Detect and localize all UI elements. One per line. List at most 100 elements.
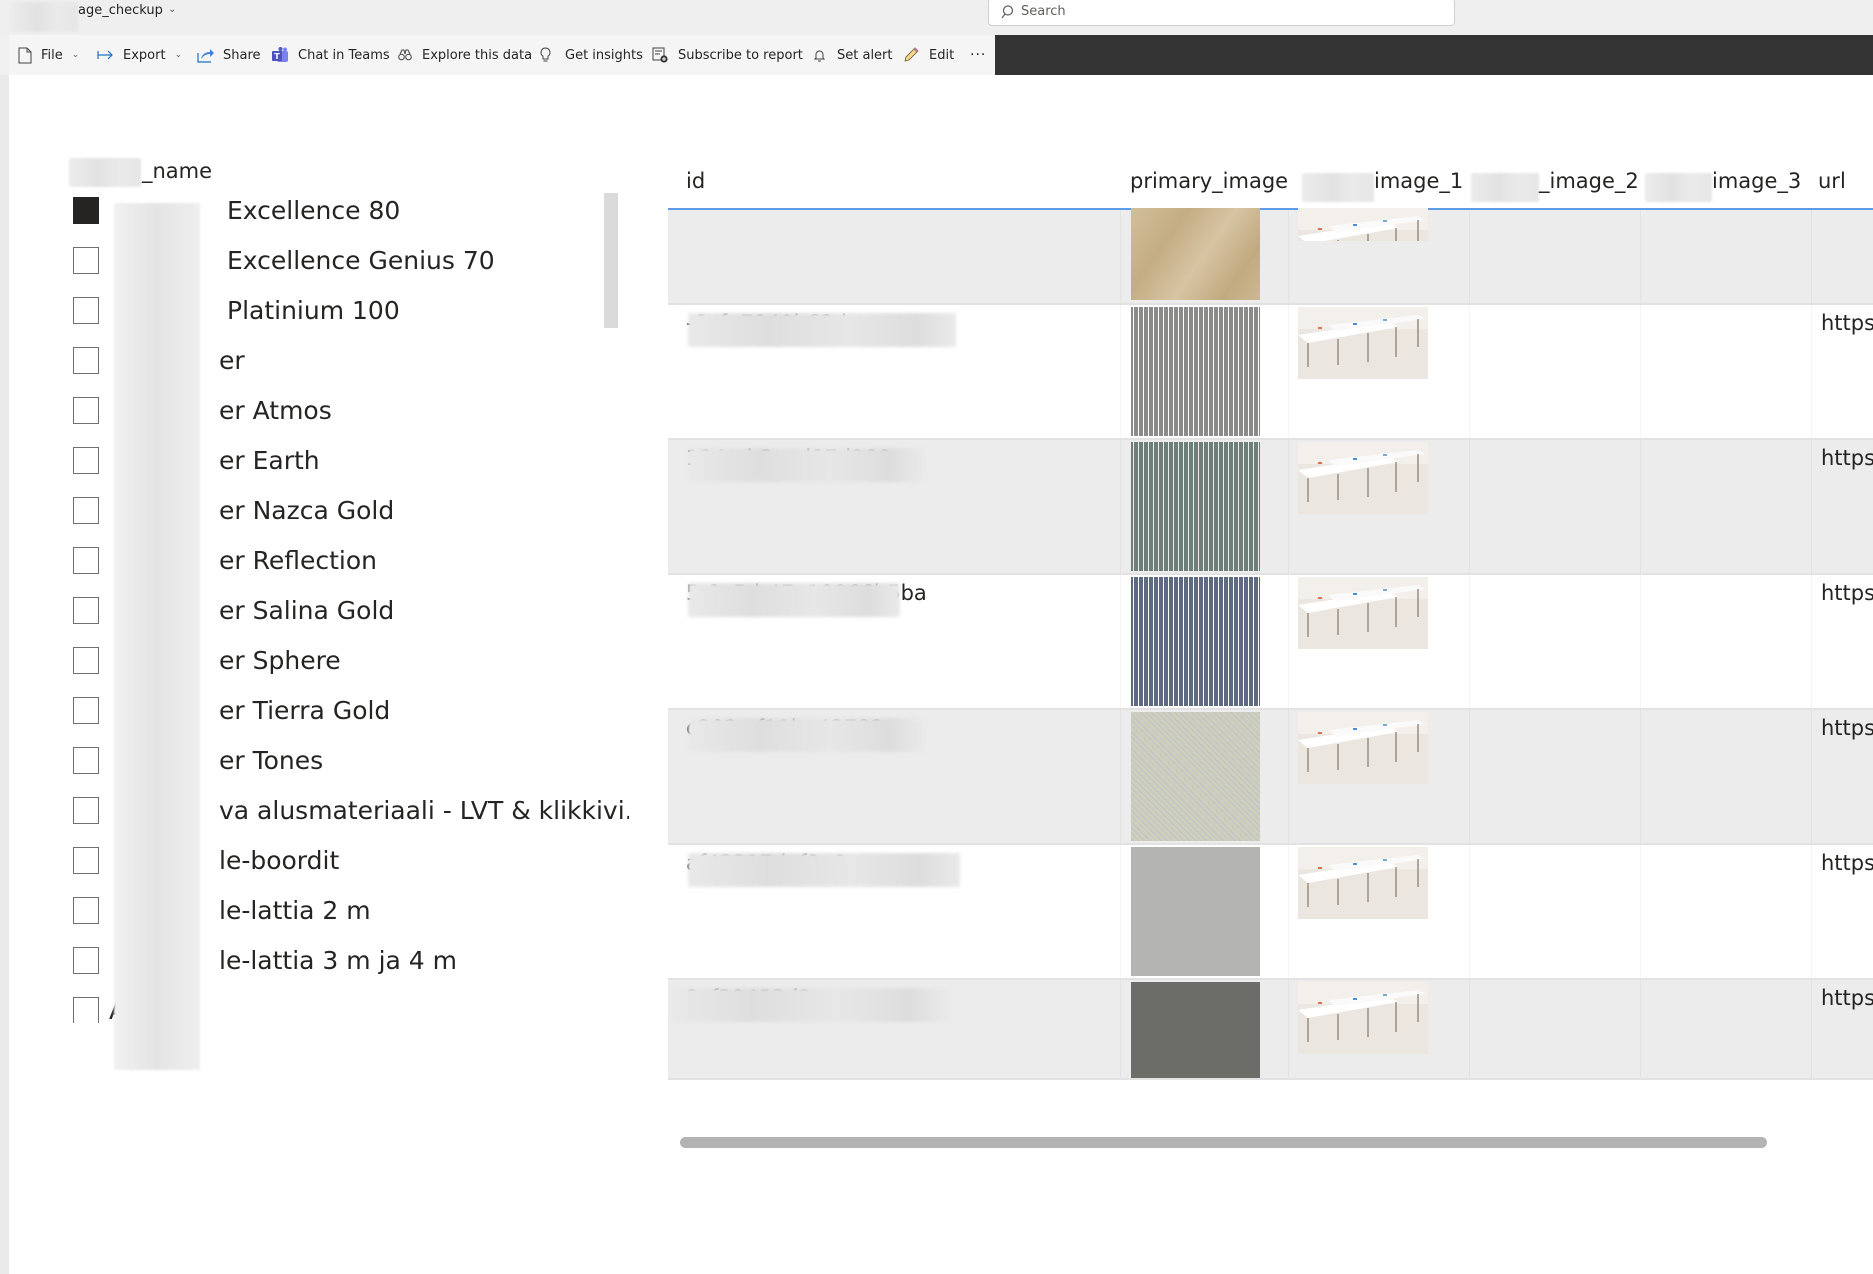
report-toolbar: File ⌄ Export ⌄ Share T Chat in Teams Ex…	[9, 35, 995, 75]
slicer-checkbox[interactable]	[73, 396, 99, 424]
left-edge-strip	[0, 75, 9, 1274]
slicer-item-label: er Salina Gold	[219, 595, 395, 625]
slicer-checkbox[interactable]	[73, 846, 99, 874]
column-header-image-2[interactable]: _image_2	[1539, 165, 1639, 208]
classroom-photo-icon	[1298, 712, 1428, 784]
slicer-checkbox[interactable]	[73, 946, 99, 974]
table-row[interactable]: 5-8e5d-47a19066b5bahttps:/	[668, 575, 1873, 710]
image-1-thumbnail[interactable]	[1298, 982, 1428, 1054]
slicer-checkbox[interactable]	[73, 346, 99, 374]
table-row[interactable]	[668, 208, 1873, 305]
column-separator	[1811, 710, 1812, 843]
slicer-checkbox[interactable]	[73, 696, 99, 724]
redacted-header-prefix	[1302, 173, 1374, 202]
edit-button[interactable]: Edit	[903, 35, 954, 75]
image-1-thumbnail[interactable]	[1298, 577, 1428, 649]
table-row[interactable]: 124-eb3ced07d280https:/	[668, 440, 1873, 575]
column-separator	[1288, 305, 1289, 438]
chat-in-teams-button[interactable]: T Chat in Teams	[272, 35, 390, 75]
primary-image-swatch[interactable]	[1131, 577, 1260, 706]
column-separator	[1288, 710, 1289, 843]
column-separator	[1640, 210, 1641, 303]
share-button[interactable]: Share	[197, 35, 261, 75]
search-placeholder: Search	[1021, 4, 1066, 19]
more-options-button[interactable]: ···	[970, 35, 986, 75]
column-header-url[interactable]: url	[1818, 165, 1846, 208]
table-row[interactable]: c202-cf11be42782ahttps:/	[668, 710, 1873, 845]
slicer-checkbox[interactable]	[73, 546, 99, 574]
slicer-checkbox[interactable]	[73, 996, 99, 1023]
column-separator	[1469, 710, 1470, 843]
binoculars-icon	[398, 49, 412, 61]
slicer-item-label: va alusmateriaali - LVT & klikkivi...	[219, 795, 629, 825]
slicer-checkbox[interactable]	[73, 796, 99, 824]
column-header-image-1[interactable]: image_1	[1374, 165, 1463, 208]
image-1-thumbnail[interactable]	[1298, 442, 1428, 514]
set-alert-button[interactable]: Set alert	[814, 35, 893, 75]
redacted-slicer-labels	[114, 203, 200, 1070]
chevron-down-icon[interactable]: ⌄	[168, 4, 176, 15]
slicer-scrollbar[interactable]	[604, 193, 618, 328]
column-separator	[1469, 575, 1470, 708]
explore-this-data-button[interactable]: Explore this data	[398, 35, 532, 75]
primary-image-swatch[interactable]	[1131, 982, 1260, 1078]
primary-image-swatch[interactable]	[1131, 208, 1260, 300]
column-separator	[1120, 710, 1121, 843]
image-1-thumbnail[interactable]	[1298, 712, 1428, 784]
column-header-primary-image[interactable]: primary_image	[1130, 165, 1288, 208]
share-label: Share	[223, 47, 261, 63]
image-1-thumbnail[interactable]	[1298, 847, 1428, 919]
redacted-title-prefix	[10, 2, 78, 32]
classroom-photo-icon	[1298, 577, 1428, 649]
table-row[interactable]: af43317daf9e8https:/	[668, 845, 1873, 980]
get-insights-button[interactable]: Get insights	[540, 35, 643, 75]
primary-image-swatch[interactable]	[1131, 442, 1260, 571]
slicer-checkbox[interactable]	[73, 896, 99, 924]
primary-image-swatch[interactable]	[1131, 847, 1260, 976]
cell-url[interactable]: https:/	[1821, 581, 1873, 605]
table-row[interactable]: 3cf39453d2eahttps:/	[668, 980, 1873, 1080]
column-separator	[1811, 210, 1812, 303]
image-1-thumbnail[interactable]	[1298, 307, 1428, 379]
search-input[interactable]: Search	[988, 0, 1455, 26]
file-menu-button[interactable]: File ⌄	[18, 35, 79, 75]
primary-image-swatch[interactable]	[1131, 307, 1260, 436]
slicer-checkbox[interactable]	[73, 646, 99, 674]
column-separator	[1288, 845, 1289, 978]
column-separator	[1640, 575, 1641, 708]
column-separator	[1120, 845, 1121, 978]
slicer-checkbox[interactable]	[73, 446, 99, 474]
export-menu-button[interactable]: Export ⌄	[97, 35, 182, 75]
slicer-item-label: le-lattia 3 m ja 4 m	[219, 945, 458, 975]
subscribe-to-report-button[interactable]: Subscribe to report	[652, 35, 803, 75]
column-separator	[1811, 575, 1812, 708]
slicer-checkbox[interactable]	[73, 246, 99, 274]
slicer-checkbox[interactable]	[73, 296, 99, 324]
explore-this-data-label: Explore this data	[422, 47, 533, 63]
slicer-checkbox[interactable]	[73, 596, 99, 624]
cell-url[interactable]: https:/	[1821, 851, 1873, 875]
report-title[interactable]: age_checkup	[78, 3, 163, 18]
cell-url[interactable]: https:/	[1821, 446, 1873, 470]
column-separator	[1120, 210, 1121, 303]
slicer-checkbox[interactable]	[73, 746, 99, 774]
slicer-item-label: Platinium 100	[227, 295, 400, 325]
column-separator	[1469, 210, 1470, 303]
cell-url[interactable]: https:/	[1821, 716, 1873, 740]
column-header-image-3[interactable]: image_3	[1712, 165, 1801, 208]
column-separator	[1288, 575, 1289, 708]
primary-image-swatch[interactable]	[1131, 712, 1260, 841]
column-separator	[1640, 845, 1641, 978]
lightbulb-icon	[540, 47, 551, 62]
slicer-checkbox[interactable]	[73, 196, 99, 224]
cell-url[interactable]: https:/	[1821, 986, 1873, 1010]
slicer-title: _name	[142, 159, 213, 183]
slicer-item-label: er Tones	[219, 745, 324, 775]
file-label: File	[41, 47, 63, 63]
slicer-checkbox[interactable]	[73, 496, 99, 524]
horizontal-scrollbar[interactable]	[680, 1137, 1767, 1148]
column-header-id[interactable]: id	[686, 165, 705, 208]
table-row[interactable]: -6afe7040b62dhttps:/	[668, 305, 1873, 440]
image-1-thumbnail[interactable]	[1298, 208, 1428, 241]
cell-url[interactable]: https:/	[1821, 311, 1873, 335]
